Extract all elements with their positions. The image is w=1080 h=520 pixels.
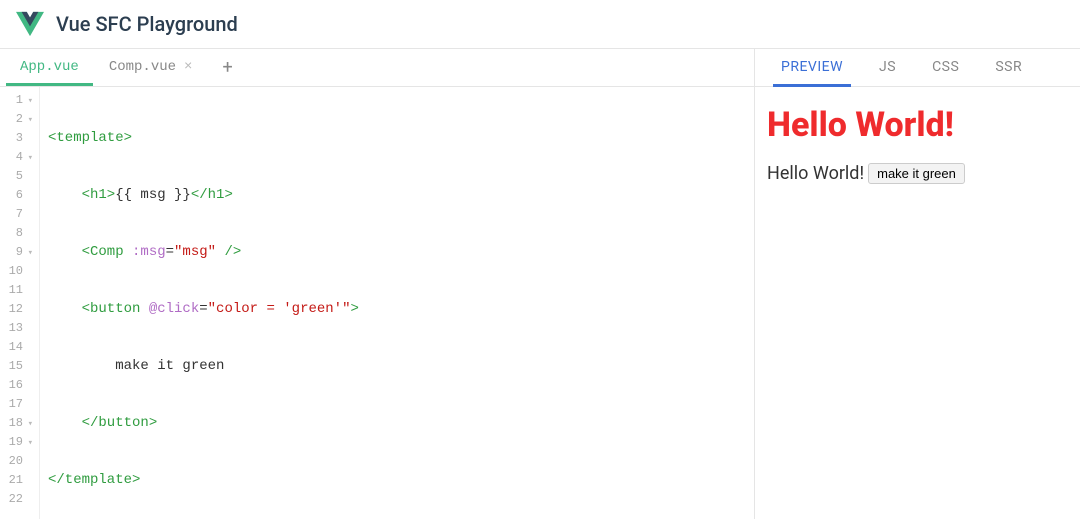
- workspace: App.vue Comp.vue × + 1▾ 2▾ 3 4▾ 5 6 7 8 …: [0, 49, 1080, 519]
- preview-tabs: PREVIEW JS CSS SSR: [755, 49, 1080, 87]
- vue-logo-icon: [16, 10, 44, 38]
- file-tab-comp-vue[interactable]: Comp.vue ×: [95, 51, 207, 85]
- preview-row: Hello World! make it green: [767, 163, 1068, 184]
- tab-js[interactable]: JS: [865, 49, 910, 86]
- page-title: Vue SFC Playground: [56, 12, 238, 36]
- file-tab-app-vue[interactable]: App.vue: [6, 51, 93, 85]
- add-tab-button[interactable]: +: [208, 51, 246, 84]
- preview-pane: PREVIEW JS CSS SSR Hello World! Hello Wo…: [755, 49, 1080, 519]
- code-editor[interactable]: 1▾ 2▾ 3 4▾ 5 6 7 8 9▾ 10 11 12 13 14 15 …: [0, 87, 754, 519]
- tab-preview[interactable]: PREVIEW: [767, 49, 857, 86]
- editor-pane: App.vue Comp.vue × + 1▾ 2▾ 3 4▾ 5 6 7 8 …: [0, 49, 755, 519]
- file-tabs: App.vue Comp.vue × +: [0, 49, 754, 87]
- make-it-green-button[interactable]: make it green: [868, 163, 965, 184]
- tab-css[interactable]: CSS: [918, 49, 973, 86]
- file-tab-label: App.vue: [20, 59, 79, 75]
- code-content[interactable]: <template> <h1>{{ msg }}</h1> <Comp :msg…: [40, 87, 359, 519]
- preview-comp-text: Hello World!: [767, 163, 864, 184]
- preview-heading: Hello World!: [767, 105, 1068, 145]
- line-gutter: 1▾ 2▾ 3 4▾ 5 6 7 8 9▾ 10 11 12 13 14 15 …: [0, 87, 40, 519]
- file-tab-label: Comp.vue: [109, 59, 176, 75]
- tab-ssr[interactable]: SSR: [981, 49, 1036, 86]
- preview-output: Hello World! Hello World! make it green: [755, 87, 1080, 202]
- close-icon[interactable]: ×: [184, 59, 192, 75]
- app-header: Vue SFC Playground: [0, 0, 1080, 49]
